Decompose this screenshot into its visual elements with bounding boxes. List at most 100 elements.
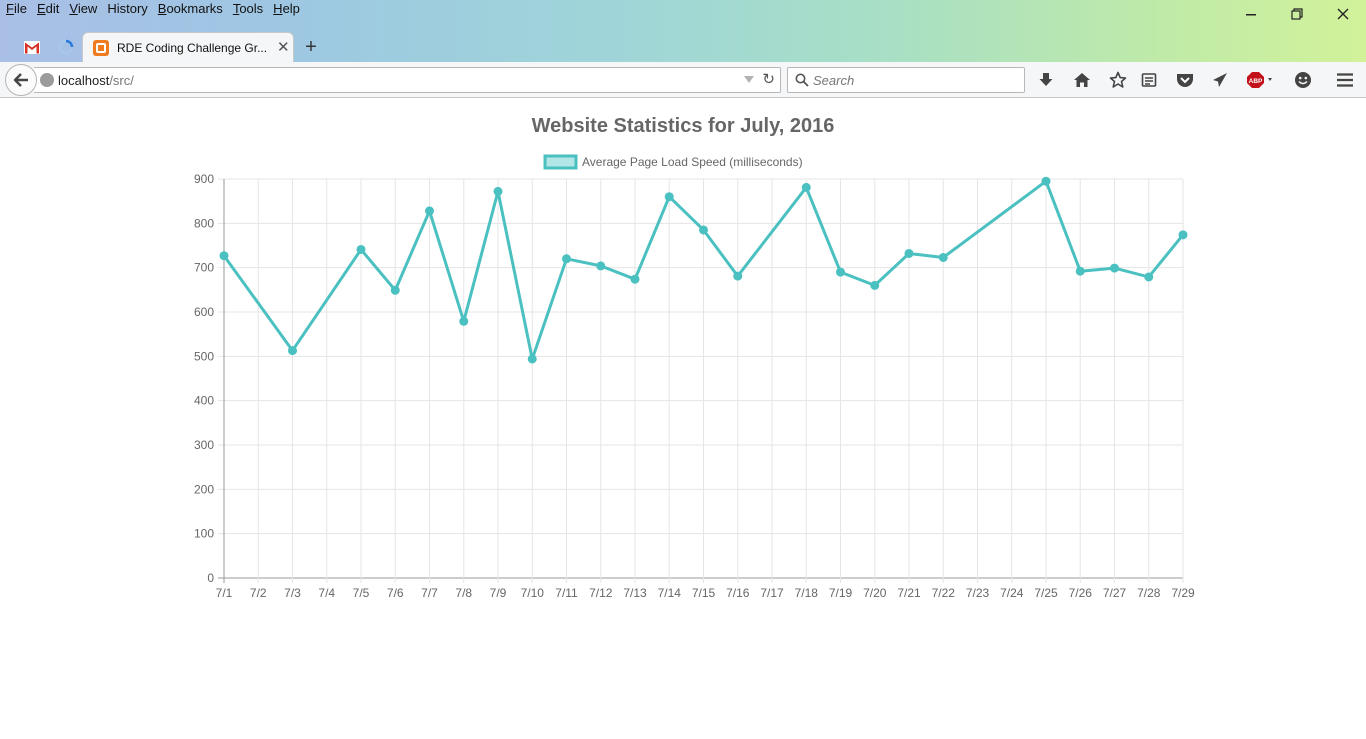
data-point [1178,230,1188,240]
open-menu-button[interactable] [1333,68,1357,92]
globe-icon [40,73,54,87]
data-point [390,285,400,295]
y-tick-label: 800 [194,216,214,230]
x-tick-label: 7/13 [623,586,647,600]
x-tick-label: 7/6 [387,586,404,600]
data-point [664,192,674,202]
restore-button[interactable] [1274,0,1320,28]
data-point [356,244,366,254]
url-text: localhost/src/ [58,73,134,88]
reader-list-icon [1141,73,1157,87]
gmail-icon [24,40,40,54]
line-chart: 0 100 200 300 400 500 600 700 800 900 7/1 7/2 7/3 7/4… [194,154,1195,600]
restore-icon [1291,8,1303,20]
data-point [562,254,571,264]
x-tick-label: 7/7 [421,586,438,600]
back-button[interactable] [5,64,37,96]
menu-item[interactable]: View [64,0,102,20]
data-point [1144,272,1154,282]
tab-strip: RDE Coding Challenge Gr... ✕ + [0,30,1366,62]
y-tick-label: 900 [194,172,214,186]
bookmark-button[interactable] [1106,68,1130,92]
download-icon [1039,73,1053,86]
pinned-tab-gmail[interactable] [16,34,48,60]
x-tick-label: 7/26 [1069,586,1093,600]
data-point [904,248,914,258]
url-path: /src/ [109,73,134,88]
x-tick-label: 7/10 [521,586,545,600]
download-button[interactable] [1034,68,1058,92]
adblock-button[interactable]: ABP [1244,68,1278,92]
hamburger-menu-icon [1337,73,1353,87]
home-button[interactable] [1070,68,1094,92]
y-tick-label: 300 [194,438,214,452]
x-tick-label: 7/22 [932,586,956,600]
x-tick-label: 7/16 [726,586,750,600]
x-tick-label: 7/19 [829,586,853,600]
menu-item[interactable]: Help [268,0,305,20]
x-tick-label: 7/15 [692,586,716,600]
reader-list-button[interactable] [1137,68,1161,92]
data-point [596,261,606,271]
x-tick-label: 7/20 [863,586,887,600]
x-tick-label: 7/11 [555,586,578,600]
send-button[interactable] [1208,68,1232,92]
menu-item[interactable]: Edit [32,0,64,20]
pinned-tab-loading[interactable] [50,34,82,60]
minimize-button[interactable] [1228,0,1274,28]
x-tick-label: 7/8 [455,586,472,600]
loading-spinner-icon [58,39,74,55]
tab-close-button[interactable]: ✕ [277,40,290,55]
x-tick-label: 7/18 [795,586,819,600]
page-content: Website Statistics for July, 2016 0 100 20… [0,99,1366,739]
data-point [836,267,845,277]
window-controls [1228,0,1366,28]
x-tick-label: 7/25 [1034,586,1058,600]
window-titlebar: File Edit View History Bookmarks Tools Help [0,0,1366,62]
data-point [219,251,229,261]
x-tick-label: 7/1 [216,586,233,600]
adblock-icon: ABP [1247,72,1272,88]
x-tick-label: 7/12 [589,586,613,600]
data-point [1041,176,1051,186]
data-point [288,346,297,356]
x-tick-label: 7/2 [250,586,267,600]
bookmark-star-icon [1109,71,1127,88]
x-tick-label: 7/24 [1000,586,1024,600]
x-tick-label: 7/5 [353,586,370,600]
x-tick-label: 7/28 [1137,586,1161,600]
pocket-icon [1177,74,1193,87]
menu-item[interactable]: File [0,0,32,20]
data-point [1075,266,1085,276]
menu-item[interactable]: History [102,0,152,20]
data-point [527,354,537,364]
x-tick-label: 7/4 [318,586,335,600]
address-bar[interactable]: localhost/src/ ↻ [34,67,781,93]
pocket-button[interactable] [1173,68,1197,92]
search-bar[interactable]: Search [787,67,1025,93]
legend-label: Average Page Load Speed (milliseconds) [582,155,803,169]
home-icon [1074,73,1090,87]
feedback-button[interactable] [1291,68,1315,92]
data-point [870,280,880,290]
menu-item[interactable]: Bookmarks [153,0,228,20]
menu-bar: File Edit View History Bookmarks Tools Help [0,0,305,20]
url-host: localhost [58,73,110,88]
close-icon [1337,8,1349,20]
close-window-button[interactable] [1320,0,1366,28]
y-tick-label: 700 [194,261,214,275]
history-dropdown-icon[interactable] [744,76,754,83]
y-tick-label: 400 [194,394,214,408]
new-tab-button[interactable]: + [300,36,322,58]
data-point [425,206,434,216]
tab-active[interactable]: RDE Coding Challenge Gr... ✕ [82,32,294,62]
x-tick-label: 7/9 [490,586,507,600]
menu-item[interactable]: Tools [228,0,268,20]
data-point [1110,263,1119,273]
xampp-favicon-icon [93,39,109,56]
x-tick-label: 7/14 [658,586,682,600]
reload-icon[interactable]: ↻ [762,72,775,87]
data-point [938,252,948,262]
x-tick-label: 7/23 [966,586,990,600]
x-tick-label: 7/3 [284,586,301,600]
